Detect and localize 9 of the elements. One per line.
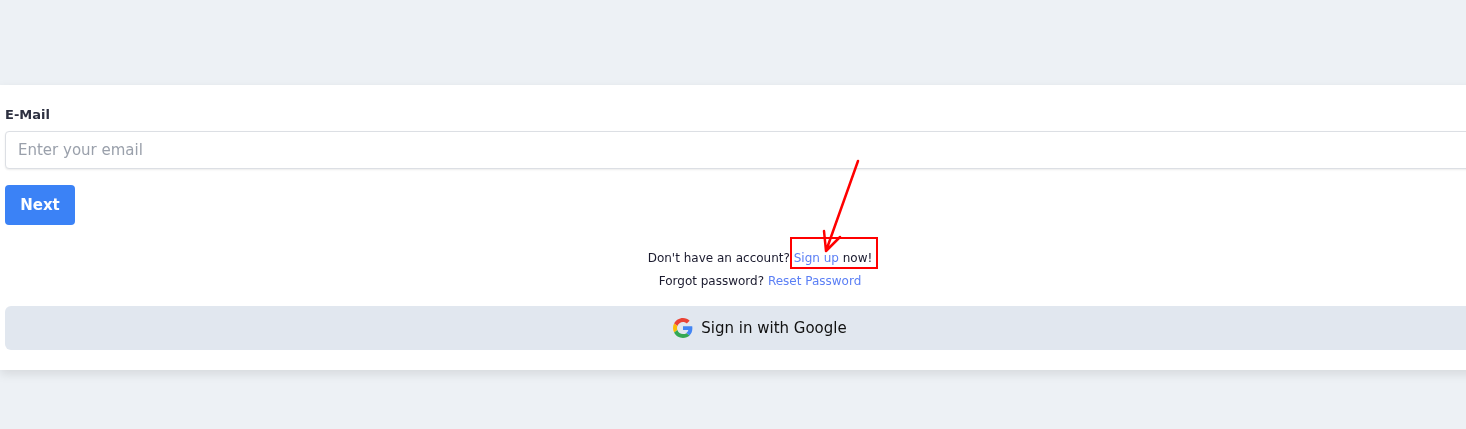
next-button[interactable]: Next	[5, 185, 75, 225]
signup-prompt: Don't have an account? Sign up now!	[647, 251, 873, 265]
reset-prompt: Forgot password? Reset Password	[658, 274, 862, 288]
reset-password-link[interactable]: Reset Password	[767, 274, 862, 288]
email-field[interactable]: Enter your email	[5, 131, 1466, 169]
email-label: E-Mail	[5, 107, 50, 122]
google-icon	[673, 318, 694, 338]
sign-up-link[interactable]: Sign up	[793, 251, 839, 265]
google-sign-in-button[interactable]: Sign in with Google	[5, 306, 1466, 350]
